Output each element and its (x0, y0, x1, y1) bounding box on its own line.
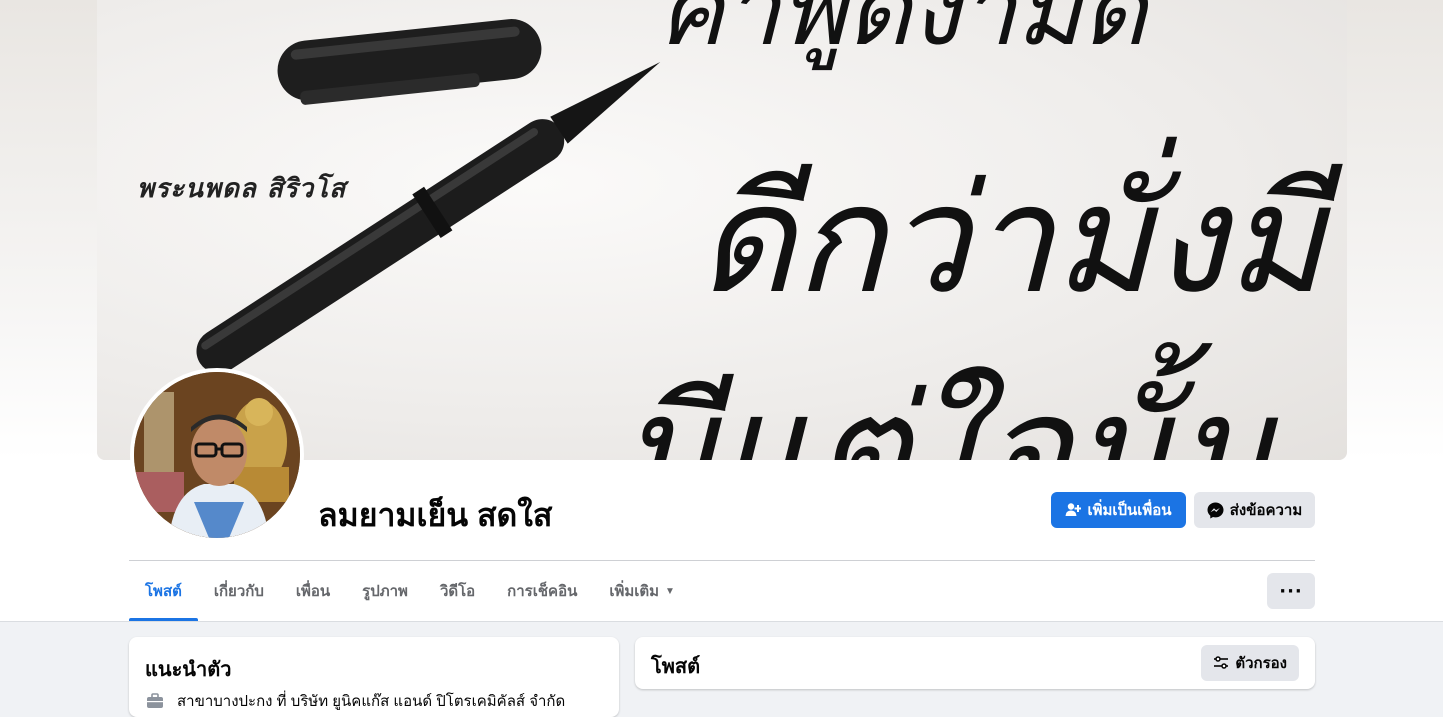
add-friend-icon (1065, 503, 1082, 516)
more-options-icon: ··· (1279, 580, 1303, 602)
messenger-icon (1207, 502, 1224, 518)
intro-title: แนะนำตัว (145, 659, 232, 681)
tab-label: การเช็คอิน (507, 583, 578, 600)
tab-videos[interactable]: วิดีโอ (424, 561, 491, 621)
cover-text-line2: ดีกว่ามั่งมี (697, 153, 1325, 327)
tab-label: เกี่ยวกับ (213, 583, 264, 600)
tab-label: วิดีโอ (439, 583, 476, 600)
profile-tabs: โพสต์ เกี่ยวกับ เพื่อน รูปภาพ วิดีโอ การ… (129, 561, 691, 621)
profile-name: ลมยามเย็น สดใส (318, 497, 553, 533)
more-options-button[interactable]: ··· (1267, 573, 1315, 609)
cover-text-line3: มีแต่ใจนั้น (617, 363, 1277, 460)
tab-friends[interactable]: เพื่อน (280, 561, 346, 621)
intro-work-text[interactable]: สาขาบางปะกง ที่ บริษัท ยูนิคแก๊ส แอนด์ ป… (177, 689, 565, 713)
tab-photos[interactable]: รูปภาพ (346, 561, 424, 621)
caret-down-icon: ▼ (665, 585, 675, 597)
tab-posts[interactable]: โพสต์ (129, 561, 198, 621)
avatar[interactable] (134, 372, 300, 538)
filter-button[interactable]: ตัวกรอง (1201, 645, 1299, 681)
posts-card: โพสต์ ตัวกรอง (635, 637, 1315, 689)
filter-icon (1214, 656, 1229, 669)
tab-label: เพื่อน (295, 583, 331, 600)
filter-label: ตัวกรอง (1235, 655, 1287, 672)
tab-check-ins[interactable]: การเช็คอิน (491, 561, 593, 621)
message-button[interactable]: ส่งข้อความ (1194, 492, 1315, 528)
tab-label: รูปภาพ (362, 583, 408, 600)
intro-work-item: สาขาบางปะกง ที่ บริษัท ยูนิคแก๊ส แอนด์ ป… (145, 689, 565, 713)
message-label: ส่งข้อความ (1229, 502, 1303, 519)
posts-title: โพสต์ (651, 656, 701, 678)
intro-card: แนะนำตัว สาขาบางปะกง ที่ บริษัท ยูนิคแก๊… (129, 637, 619, 717)
cover-text-line1: คำพูดงามดี (657, 0, 1147, 68)
profile-picture-frame[interactable] (130, 368, 304, 542)
cover-caption: พระนพดล สิริวโส (137, 174, 347, 204)
briefcase-icon (147, 693, 163, 708)
tab-more[interactable]: เพิ่มเติม ▼ (593, 561, 691, 621)
tab-about[interactable]: เกี่ยวกับ (198, 561, 280, 621)
profile-header: พระนพดล สิริวโส คำพูดงามดี ดีกว่ามั่งมี … (0, 0, 1443, 622)
tab-label: โพสต์ (145, 583, 182, 600)
add-friend-label: เพิ่มเป็นเพื่อน (1087, 502, 1172, 519)
add-friend-button[interactable]: เพิ่มเป็นเพื่อน (1051, 492, 1186, 528)
avatar-photo (134, 372, 300, 538)
tab-label: เพิ่มเติม (609, 583, 660, 600)
